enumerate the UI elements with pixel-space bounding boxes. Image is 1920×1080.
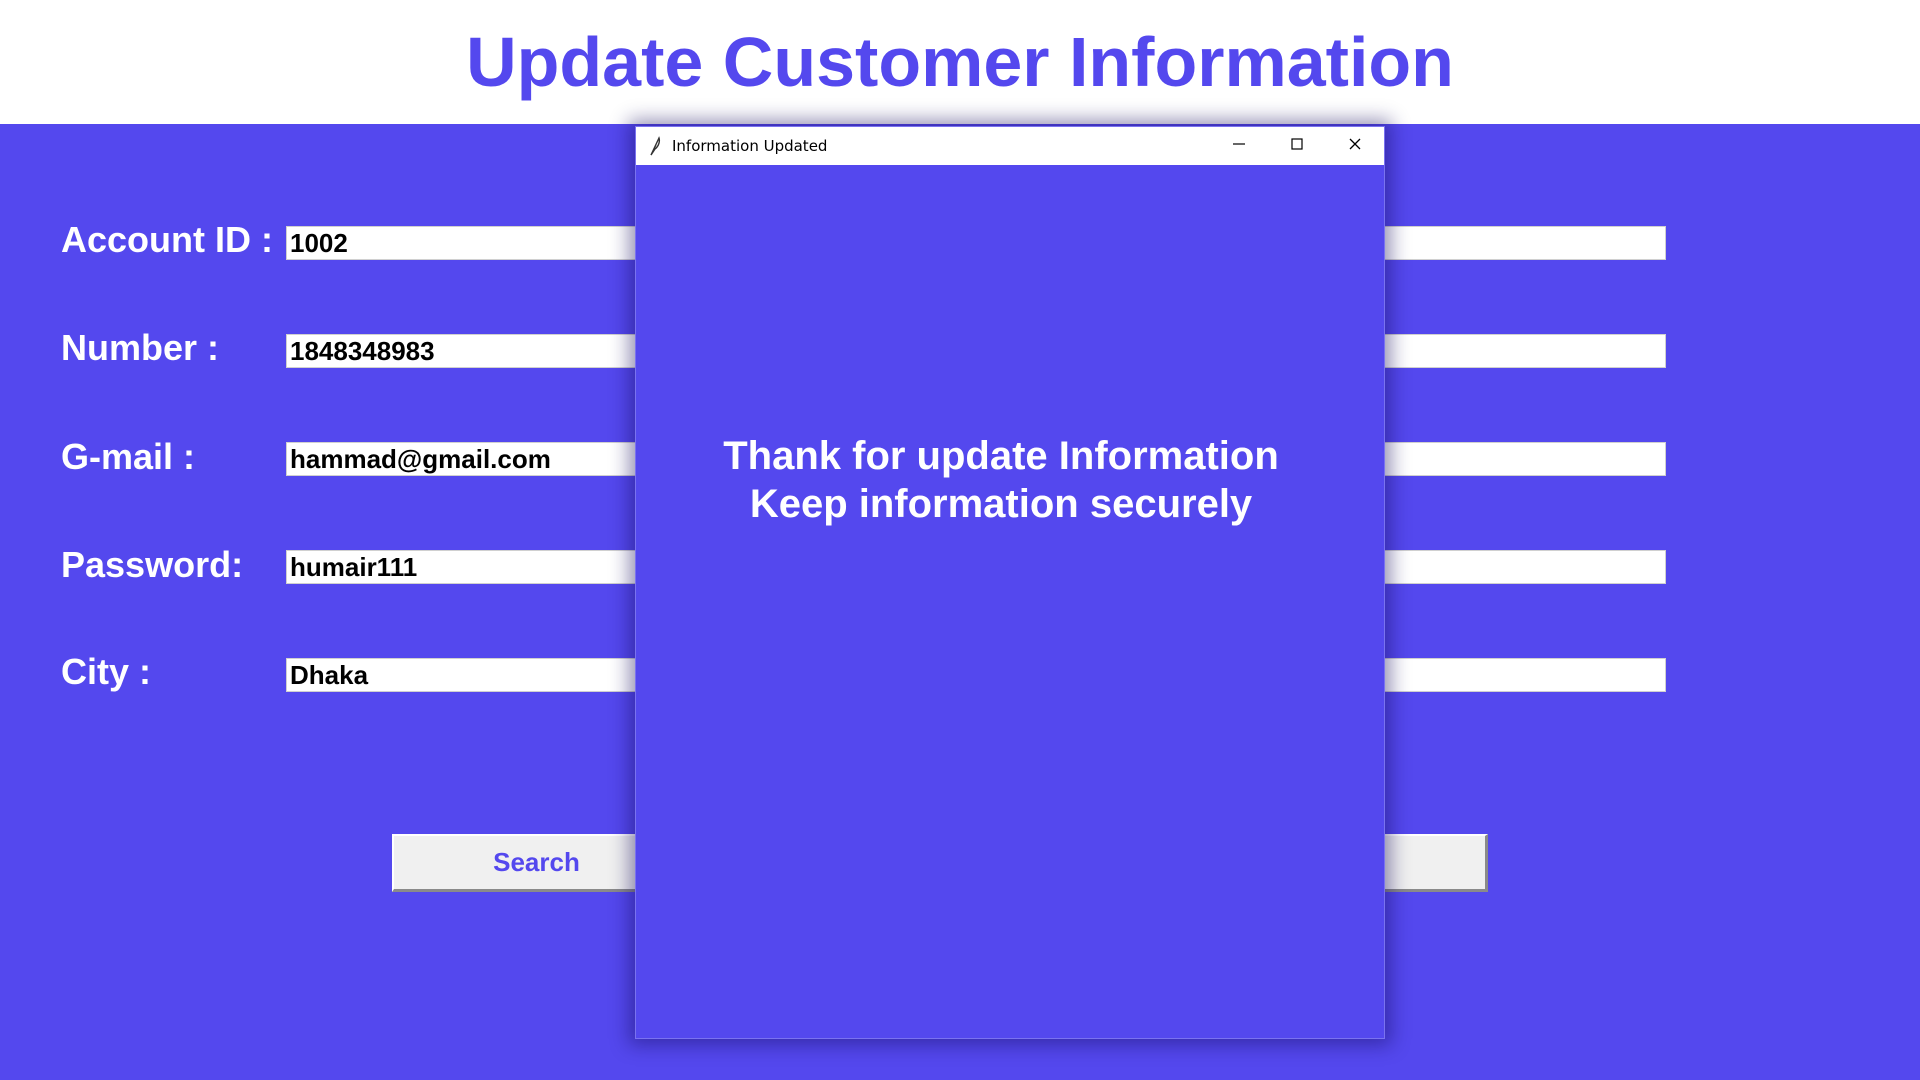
account-id-label: Account ID :	[61, 219, 273, 260]
dialog-message-line-2: Keep information securely	[749, 482, 1253, 526]
dialog-message-line-1: Thank for update Information	[723, 434, 1279, 478]
dialog-titlebar[interactable]: Information Updated	[636, 127, 1384, 165]
close-button[interactable]	[1326, 127, 1384, 165]
page-title: Update Customer Information	[466, 23, 1454, 101]
maximize-button[interactable]	[1268, 127, 1326, 165]
number-label: Number :	[61, 327, 220, 368]
maximize-icon	[1290, 137, 1304, 156]
minimize-button[interactable]	[1210, 127, 1268, 165]
minimize-icon	[1232, 137, 1246, 156]
password-label: Password:	[61, 544, 244, 585]
gmail-label: G-mail :	[61, 436, 196, 477]
dialog-message: Thank for update Information Keep inform…	[636, 432, 1336, 528]
city-label: City :	[61, 651, 151, 692]
close-icon	[1348, 137, 1362, 156]
feather-icon	[648, 136, 664, 156]
information-updated-dialog: Information Updated Thank for update Inf…	[635, 126, 1385, 1039]
dialog-title: Information Updated	[672, 137, 828, 155]
